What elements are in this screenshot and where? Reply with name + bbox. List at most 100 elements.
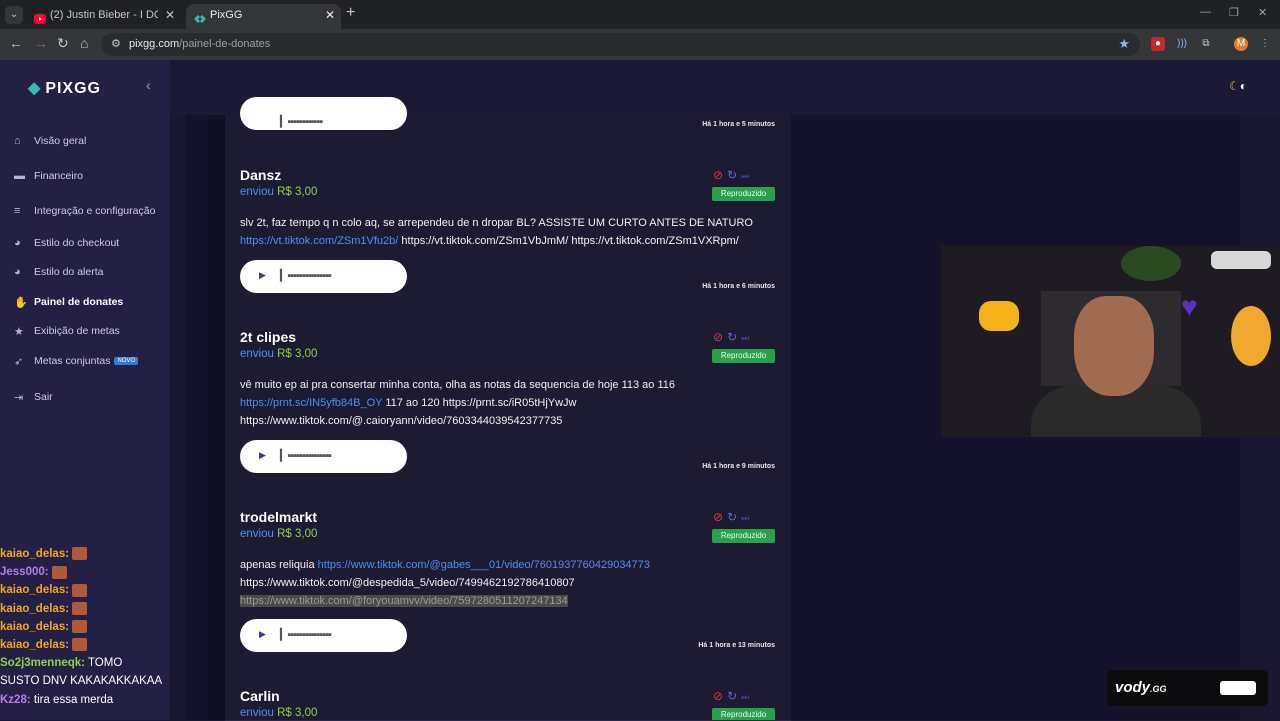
tab-title: (2) Justin Bieber - I DO (Audio) [50, 9, 158, 21]
restore-icon[interactable]: ❐ [1229, 6, 1239, 19]
menu-kebab-icon[interactable]: ⋮ [1258, 37, 1272, 51]
play-icon[interactable]: ▶ [259, 450, 266, 461]
block-icon[interactable]: ⊘ [713, 689, 723, 703]
emote-icon [72, 638, 88, 652]
donate-icon: ✋ [14, 297, 28, 310]
audio-player[interactable]: ▶ ▎▪▪▪▪▪▪▪▪▪▪▪▪▪▪▪ [240, 260, 407, 293]
play-icon[interactable]: ▶ [259, 270, 266, 281]
chat-message: Kz28: tira essa merda [0, 693, 114, 706]
replay-icon[interactable]: ↻ [727, 330, 737, 344]
pixgg-logo[interactable]: ◆ PIXGG [28, 78, 101, 98]
donation-card: trodelmarkt enviou R$ 3,00 ⊘ ↻ ⏭ Reproduzi… [225, 490, 791, 670]
sidebar-item-estilo-checkout[interactable]: ◕ Estilo do checkout [14, 237, 119, 253]
webcam-overlay: ♥ [941, 246, 1280, 437]
message-link[interactable]: https://www.tiktok.com/@gabes___01/video… [318, 559, 650, 571]
palette-icon: ◕ [14, 266, 21, 279]
settings-icon: ≡ [14, 205, 21, 218]
sidebar-item-integracao[interactable]: ≡ Integração e configuração [14, 205, 155, 221]
new-tab-button[interactable]: + [346, 4, 355, 22]
bookmark-star-icon[interactable]: ★ [1118, 36, 1130, 52]
donation-card: Dansz enviou R$ 3,00 ⊘ ↻ ⏭ Reproduzido slv… [225, 148, 791, 311]
site-info-icon[interactable]: ⚙ [111, 37, 121, 50]
star-icon: ★ [14, 326, 24, 339]
donor-name: Dansz [240, 167, 282, 183]
vody-mark-icon [1220, 681, 1256, 695]
message-link[interactable]: https://vt.tiktok.com/ZSm1Vfu2b/ [240, 235, 398, 247]
audio-waveform: ▎▪▪▪▪▪▪▪▪▪▪▪▪ [280, 116, 323, 128]
donation-time: Há 1 hora e 9 minutos [702, 463, 775, 470]
address-bar-row: ← → ↻ ⌂ ⚙ pixgg.com/painel-de-donates ★ … [0, 29, 1280, 60]
close-window-icon[interactable]: ✕ [1258, 6, 1267, 19]
youtube-icon [34, 10, 46, 24]
block-icon[interactable]: ⊘ [713, 330, 723, 344]
message-link[interactable]: https://prnt.sc/IN5yfb84B_OY [240, 397, 382, 409]
chat-message: SUSTO DNV KAKAKAKKAKAA [0, 675, 163, 688]
audio-waveform: ▎▪▪▪▪▪▪▪▪▪▪▪▪▪▪▪ [280, 629, 332, 641]
browser-tab-bar: ⌄ (2) Justin Bieber - I DO (Audio) ✕ Pix… [0, 0, 1280, 29]
palette-icon: ◕ [14, 237, 21, 250]
donation-actions: ⊘ ↻ ⏭ [713, 689, 749, 703]
theme-toggle-moon-icon[interactable]: ☾◐ [1229, 79, 1247, 93]
donation-time: Há 1 hora e 5 minutos [702, 121, 775, 128]
sidebar-item-estilo-alerta[interactable]: ◕ Estilo do alerta [14, 266, 103, 282]
skip-icon[interactable]: ⏭ [741, 513, 749, 523]
sidebar-item-painel-donates[interactable]: ✋ Painel de donates [14, 296, 123, 312]
person-head-shape [1074, 296, 1154, 396]
chat-message: Jess000: [0, 563, 175, 581]
sidebar-item-financeiro[interactable]: ▬ Financeiro [14, 170, 83, 186]
address-bar[interactable]: ⚙ pixgg.com/painel-de-donates ★ [101, 33, 1140, 56]
tab-pixgg[interactable]: PixGG ✕ [186, 4, 341, 29]
donation-message: apenas reliquia https://www.tiktok.com/@… [240, 559, 650, 607]
extensions-puzzle-icon[interactable]: ⧉ [1199, 37, 1213, 51]
audio-waveform: ▎▪▪▪▪▪▪▪▪▪▪▪▪▪▪▪ [280, 270, 332, 282]
skip-icon[interactable]: ⏭ [741, 692, 749, 702]
tab-search-chevron-icon[interactable]: ⌄ [5, 6, 23, 24]
emote-icon [72, 547, 88, 561]
sidebar-item-metas-conjuntas[interactable]: ➶ Metas conjuntas NOVO [14, 355, 139, 371]
forward-icon[interactable]: → [34, 35, 48, 51]
status-badge: Reproduzido [712, 349, 775, 363]
selected-text: https://www.tiktok.com/@foryouamvv/video… [240, 595, 568, 607]
skip-icon[interactable]: ⏭ [741, 333, 749, 343]
close-tab-icon[interactable]: ✕ [165, 4, 175, 26]
donor-name: trodelmarkt [240, 509, 318, 525]
replay-icon[interactable]: ↻ [727, 689, 737, 703]
tab-youtube[interactable]: (2) Justin Bieber - I DO (Audio) ✕ [26, 4, 181, 29]
emote-icon [72, 602, 88, 616]
donor-name: 2t clipes [240, 329, 297, 345]
close-tab-icon[interactable]: ✕ [325, 4, 335, 26]
cast-icon[interactable]: ))) [1175, 37, 1189, 51]
audio-player[interactable]: ▎▪▪▪▪▪▪▪▪▪▪▪▪ [240, 97, 407, 130]
replay-icon[interactable]: ↻ [727, 510, 737, 524]
emote-icon [72, 583, 88, 597]
profile-avatar[interactable]: M [1234, 37, 1248, 51]
tab-title: PixGG [210, 9, 243, 21]
sidebar-item-sair[interactable]: ⇥ Sair [14, 391, 53, 407]
donation-amount: enviou R$ 3,00 [240, 707, 318, 719]
status-badge: Reproduzido [712, 529, 775, 543]
emote-icon [51, 565, 67, 579]
extension-icon[interactable]: ● [1151, 37, 1165, 51]
reload-icon[interactable]: ↻ [57, 35, 69, 52]
minimize-icon[interactable]: — [1200, 6, 1211, 18]
skip-icon[interactable]: ⏭ [741, 171, 749, 181]
chat-message: kaiao_delas: [0, 581, 175, 599]
sidebar-item-visao-geral[interactable]: ⌂ Visão geral [14, 135, 86, 151]
block-icon[interactable]: ⊘ [713, 168, 723, 182]
status-badge: Reproduzido [712, 187, 775, 201]
collapse-sidebar-chevron-icon[interactable]: ‹ [146, 77, 151, 93]
sidebar-item-exibicao-metas[interactable]: ★ Exibição de metas [14, 325, 120, 341]
play-icon[interactable]: ▶ [259, 629, 266, 640]
wallet-icon: ▬ [14, 170, 25, 183]
block-icon[interactable]: ⊘ [713, 510, 723, 524]
pixgg-logo-icon: ◆ [28, 80, 42, 97]
donation-amount: enviou R$ 3,00 [240, 186, 318, 198]
replay-icon[interactable]: ↻ [727, 168, 737, 182]
home-icon[interactable]: ⌂ [80, 35, 88, 51]
audio-player[interactable]: ▶ ▎▪▪▪▪▪▪▪▪▪▪▪▪▪▪▪ [240, 619, 407, 652]
donation-message: vê muito ep ai pra consertar minha conta… [240, 379, 675, 427]
audio-player[interactable]: ▶ ▎▪▪▪▪▪▪▪▪▪▪▪▪▪▪▪ [240, 440, 407, 473]
donation-card: 2t clipes enviou R$ 3,00 ⊘ ↻ ⏭ Reproduzido… [225, 310, 791, 491]
back-icon[interactable]: ← [9, 35, 23, 51]
donation-actions: ⊘ ↻ ⏭ [713, 168, 749, 182]
